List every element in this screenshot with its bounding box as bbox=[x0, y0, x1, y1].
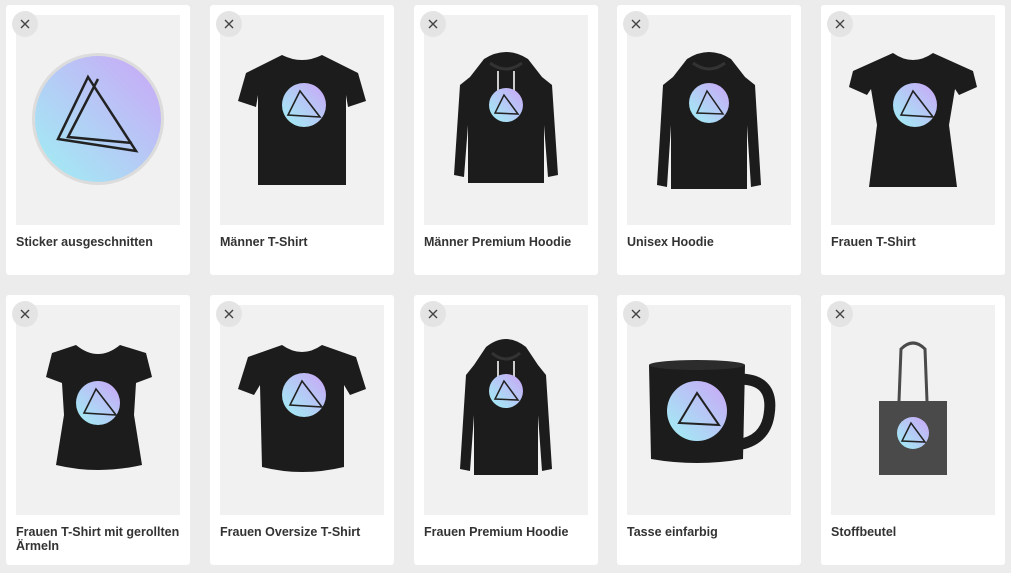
remove-button[interactable] bbox=[12, 301, 38, 327]
product-name[interactable]: Frauen T-Shirt mit gerollten Ärmeln bbox=[16, 525, 180, 553]
product-card-womens-hoodie[interactable]: Frauen Premium Hoodie bbox=[414, 295, 598, 565]
close-icon bbox=[428, 309, 438, 319]
remove-button[interactable] bbox=[216, 301, 242, 327]
product-card-rolled-sleeve-tshirt[interactable]: Frauen T-Shirt mit gerollten Ärmeln bbox=[6, 295, 190, 565]
tote-bag-image bbox=[879, 341, 947, 475]
product-name[interactable]: Sticker ausgeschnitten bbox=[16, 235, 180, 249]
close-icon bbox=[20, 309, 30, 319]
product-name[interactable]: Tasse einfarbig bbox=[627, 525, 791, 539]
remove-button[interactable] bbox=[623, 11, 649, 37]
hoodie-image bbox=[460, 339, 552, 475]
product-image[interactable] bbox=[16, 305, 180, 515]
remove-button[interactable] bbox=[420, 11, 446, 37]
product-image[interactable] bbox=[220, 305, 384, 515]
product-image[interactable] bbox=[16, 15, 180, 225]
tshirt-image bbox=[238, 55, 366, 185]
remove-button[interactable] bbox=[827, 301, 853, 327]
product-image[interactable] bbox=[627, 305, 791, 515]
product-name[interactable]: Frauen Premium Hoodie bbox=[424, 525, 588, 539]
product-name[interactable]: Stoffbeutel bbox=[831, 525, 995, 539]
product-card-oversize-tshirt[interactable]: Frauen Oversize T-Shirt bbox=[210, 295, 394, 565]
product-name[interactable]: Frauen Oversize T-Shirt bbox=[220, 525, 384, 539]
product-name[interactable]: Frauen T-Shirt bbox=[831, 235, 995, 249]
product-card-unisex-hoodie[interactable]: Unisex Hoodie bbox=[617, 5, 801, 275]
mug-image bbox=[649, 360, 776, 463]
product-image[interactable] bbox=[627, 15, 791, 225]
close-icon bbox=[631, 309, 641, 319]
hoodie-image bbox=[454, 52, 558, 183]
sticker-image bbox=[32, 53, 164, 185]
product-card-sticker[interactable]: Sticker ausgeschnitten bbox=[6, 5, 190, 275]
remove-button[interactable] bbox=[12, 11, 38, 37]
tshirt-image bbox=[46, 345, 152, 470]
close-icon bbox=[428, 19, 438, 29]
close-icon bbox=[20, 19, 30, 29]
product-image[interactable] bbox=[424, 15, 588, 225]
product-image[interactable] bbox=[220, 15, 384, 225]
product-card-mens-hoodie[interactable]: Männer Premium Hoodie bbox=[414, 5, 598, 275]
product-card-tote-bag[interactable]: Stoffbeutel bbox=[821, 295, 1005, 565]
close-icon bbox=[224, 309, 234, 319]
product-card-mug[interactable]: Tasse einfarbig bbox=[617, 295, 801, 565]
product-name[interactable]: Männer T-Shirt bbox=[220, 235, 384, 249]
hoodie-image bbox=[657, 52, 761, 189]
remove-button[interactable] bbox=[216, 11, 242, 37]
product-name[interactable]: Männer Premium Hoodie bbox=[424, 235, 588, 249]
product-image[interactable] bbox=[831, 305, 995, 515]
remove-button[interactable] bbox=[827, 11, 853, 37]
product-card-mens-tshirt[interactable]: Männer T-Shirt bbox=[210, 5, 394, 275]
tshirt-image bbox=[849, 53, 977, 187]
product-name[interactable]: Unisex Hoodie bbox=[627, 235, 791, 249]
remove-button[interactable] bbox=[420, 301, 446, 327]
close-icon bbox=[835, 19, 845, 29]
close-icon bbox=[631, 19, 641, 29]
close-icon bbox=[224, 19, 234, 29]
product-image[interactable] bbox=[424, 305, 588, 515]
remove-button[interactable] bbox=[623, 301, 649, 327]
close-icon bbox=[835, 309, 845, 319]
product-grid: Sticker ausgeschnitten Männer T-Shirt Mä… bbox=[0, 0, 1011, 573]
tshirt-image bbox=[238, 345, 366, 472]
product-image[interactable] bbox=[831, 15, 995, 225]
product-card-womens-tshirt[interactable]: Frauen T-Shirt bbox=[821, 5, 1005, 275]
